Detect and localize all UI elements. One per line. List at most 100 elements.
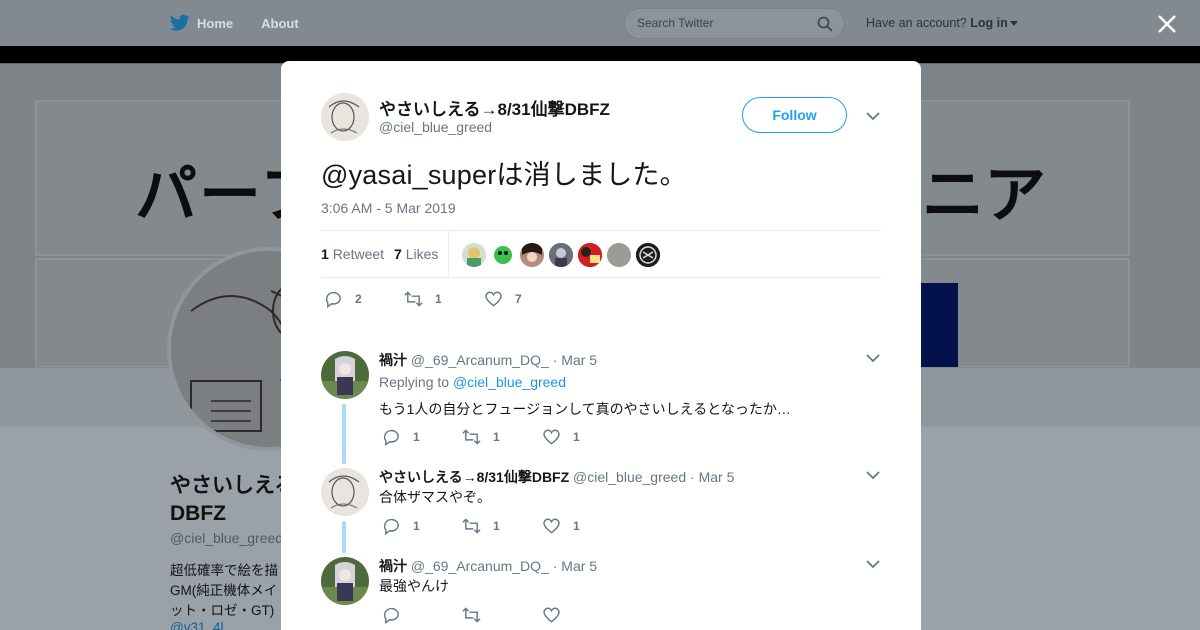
replying-to-label: Replying to (379, 374, 450, 390)
bio-line: GM(純正機体メイ (170, 583, 278, 598)
retweet-action-count: 1 (435, 292, 442, 306)
reply-icon (383, 607, 399, 624)
reply-icon (325, 291, 341, 308)
stats-divider (448, 231, 449, 278)
reply-count: 1 (413, 430, 420, 444)
profile-name: やさいしえる DBFZ (170, 472, 295, 528)
reply-header: 禍汁 @_69_Arcanum_DQ_ · Mar 5 (379, 350, 597, 370)
like-count: 7 (394, 246, 402, 262)
reply-date[interactable]: · Mar 5 (553, 558, 597, 574)
reply-author-handle[interactable]: @_69_Arcanum_DQ_ (411, 558, 549, 574)
like-button[interactable] (542, 606, 573, 624)
banner-navy-block (918, 283, 958, 368)
retweet-icon (462, 607, 481, 623)
reply-avatar[interactable] (321, 557, 369, 605)
reply-author-name[interactable]: 禍汁 (379, 352, 407, 368)
reply-text: 最強やんけ (379, 578, 449, 594)
reply-author-handle[interactable]: @_69_Arcanum_DQ_ (411, 352, 549, 368)
liker-avatar[interactable] (462, 243, 486, 267)
thread-connector (342, 521, 346, 553)
follow-button[interactable]: Follow (742, 97, 847, 133)
retweet-icon (462, 429, 481, 445)
chevron-down-icon[interactable] (866, 559, 880, 569)
reply-actions (382, 606, 682, 624)
nav-links: Home About (170, 0, 327, 46)
reply-count: 1 (413, 519, 420, 533)
like-count: 1 (573, 519, 580, 533)
retweet-count: 1 (493, 519, 500, 533)
reply-text: もう1人の自分とフュージョンして真のやさいしえるとなったか… (379, 401, 791, 417)
chevron-down-icon[interactable] (1009, 21, 1018, 27)
replying-to-handle[interactable]: @ciel_blue_greed (453, 374, 566, 390)
like-button[interactable]: 1 (542, 428, 580, 446)
account-prompt: Have an account? Log in (866, 16, 1018, 30)
liker-avatar[interactable] (636, 243, 660, 267)
author-handle[interactable]: @ciel_blue_greed (379, 119, 492, 135)
retweet-icon (462, 518, 481, 534)
author-name[interactable]: やさいしえる→8/31仙撃DBFZ (379, 95, 610, 120)
top-nav-bar: Home About Have an account? Log in (0, 0, 1200, 46)
retweet-count: 1 (493, 430, 500, 444)
retweet-button[interactable] (462, 606, 493, 624)
reply-count: 2 (355, 292, 362, 306)
nav-home-link[interactable]: Home (197, 16, 233, 31)
search-box (624, 8, 845, 39)
replying-to: Replying to @ciel_blue_greed (379, 374, 566, 390)
tweet-timestamp[interactable]: 3:06 AM - 5 Mar 2019 (321, 200, 456, 216)
profile-name-line1: やさいしえる (170, 474, 296, 497)
reply-date[interactable]: · Mar 5 (690, 469, 734, 485)
tweet-modal: やさいしえる→8/31仙撃DBFZ @ciel_blue_greed Follo… (281, 61, 921, 630)
like-button[interactable]: 7 (484, 290, 522, 308)
like-button[interactable]: 1 (542, 517, 580, 535)
search-input[interactable] (637, 16, 807, 30)
reply-avatar[interactable] (321, 468, 369, 516)
liker-avatar[interactable] (520, 243, 544, 267)
reply-button[interactable]: 1 (382, 428, 420, 446)
reply-text: 合体ザマスやぞ。 (379, 489, 491, 505)
reply-header: やさいしえる→8/31仙撃DBFZ @ciel_blue_greed · Mar… (379, 467, 734, 487)
liker-avatar[interactable] (607, 243, 631, 267)
reply-icon (383, 518, 399, 535)
profile-link[interactable]: @y31_4l (170, 620, 224, 630)
thread-connector (342, 404, 346, 464)
have-account-text: Have an account? (866, 16, 967, 30)
like-stat-label: Likes (405, 246, 439, 262)
retweet-button[interactable]: 1 (462, 428, 500, 446)
reply-button[interactable] (382, 606, 413, 624)
reply-author-handle[interactable]: @ciel_blue_greed (573, 469, 686, 485)
search-icon[interactable] (817, 16, 833, 32)
tweet-text: @yasai_superは消しました。 (321, 160, 687, 190)
reply-author-name[interactable]: 禍汁 (379, 558, 407, 574)
liker-avatar[interactable] (491, 243, 515, 267)
reply-avatar[interactable] (321, 351, 369, 399)
reply-actions: 1 1 1 (382, 517, 682, 535)
retweet-stat-label: Retweet (332, 246, 385, 262)
retweet-button[interactable]: 1 (404, 290, 442, 308)
author-avatar[interactable] (321, 93, 369, 141)
reply-author-name[interactable]: やさいしえる→8/31仙撃DBFZ (379, 469, 569, 485)
liker-avatar[interactable] (578, 243, 602, 267)
like-action-count: 7 (515, 292, 522, 306)
liker-avatar[interactable] (549, 243, 573, 267)
reply-button[interactable]: 2 (324, 290, 362, 308)
chevron-down-icon[interactable] (866, 470, 880, 480)
retweet-icon (404, 291, 423, 307)
close-icon[interactable] (1156, 13, 1178, 35)
twitter-bird-icon[interactable] (170, 14, 190, 32)
login-link[interactable]: Log in (970, 16, 1008, 30)
reply-icon (383, 429, 399, 446)
tweet-stats: 1 Retweet 7 Likes (321, 230, 881, 278)
reply-button[interactable]: 1 (382, 517, 420, 535)
like-stat[interactable]: 7 Likes (394, 246, 438, 262)
nav-about-link[interactable]: About (261, 16, 299, 31)
bio-line: 超低確率で絵を描 (170, 563, 278, 578)
chevron-down-icon[interactable] (866, 111, 880, 121)
chevron-down-icon[interactable] (866, 353, 880, 363)
retweet-stat[interactable]: 1 Retweet (321, 246, 384, 262)
retweet-button[interactable]: 1 (462, 517, 500, 535)
bio-line: ット・ロゼ・GT) (170, 603, 275, 618)
heart-icon (543, 607, 560, 623)
heart-icon (485, 291, 502, 307)
reply-date[interactable]: · Mar 5 (553, 352, 597, 368)
banner-text-right: ニア (922, 161, 1047, 230)
